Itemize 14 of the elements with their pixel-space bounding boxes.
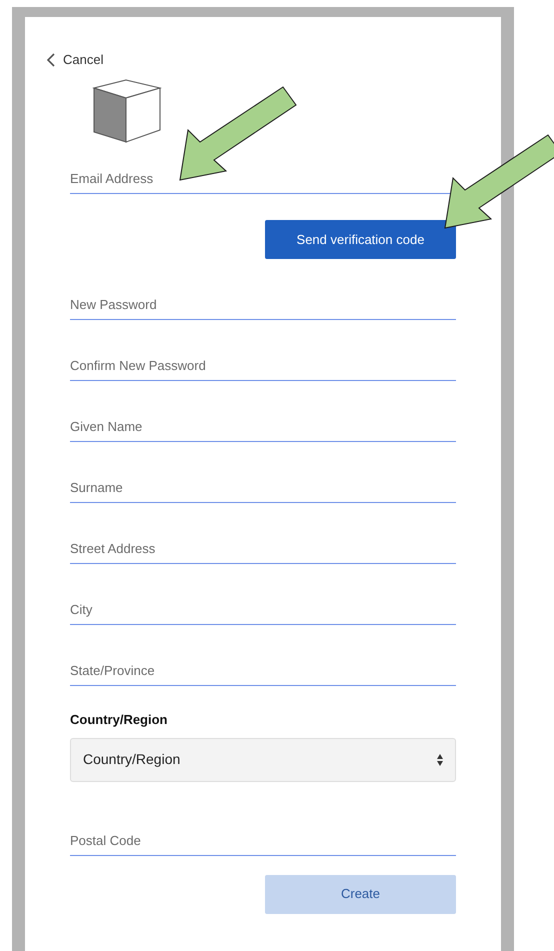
country-label: Country/Region (70, 711, 168, 729)
input-field[interactable]: State/Province (70, 656, 456, 686)
input-field[interactable]: Street Address (70, 534, 456, 564)
cancel-link[interactable]: Cancel (46, 50, 456, 70)
input-field[interactable]: Confirm New Password (70, 351, 456, 381)
input-field[interactable]: Surname (70, 473, 456, 503)
back-icon (46, 53, 55, 67)
input-field[interactable]: Postal Code (70, 826, 456, 856)
input-field[interactable]: City (70, 595, 456, 625)
send-verification-code-button[interactable]: Send verification code (265, 220, 456, 259)
input-field[interactable]: New Password (70, 290, 456, 320)
sort-icon (437, 754, 443, 766)
input-field[interactable]: Given Name (70, 412, 456, 442)
country-select[interactable]: Country/Region (70, 738, 456, 782)
